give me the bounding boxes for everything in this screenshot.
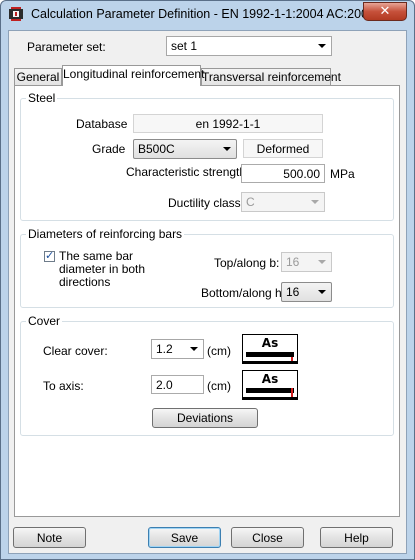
bottom-diameter-value: 16 <box>286 285 300 299</box>
steel-group-title: Steel <box>26 91 58 105</box>
same-diameter-label: The same bar diameter in both directions <box>59 249 146 289</box>
grade-value: B500C <box>138 142 175 156</box>
ductility-class-value: C <box>246 195 255 209</box>
cover-group-title: Cover <box>26 314 63 328</box>
characteristic-strength-input[interactable]: 500.00 <box>241 164 325 183</box>
bottom-along-h-label: Bottom/along h: <box>201 286 286 300</box>
close-icon: ✕ <box>379 4 391 19</box>
chevron-down-icon <box>223 147 231 151</box>
ductility-class-label: Ductility class <box>168 196 241 210</box>
characteristic-strength-label: Characteristic strength <box>126 165 247 179</box>
to-axis-diagram-icon: As <box>242 370 298 400</box>
close-button[interactable]: Close <box>231 527 304 548</box>
to-axis-input[interactable]: 2.0 <box>151 375 204 394</box>
title-bar[interactable]: Calculation Parameter Definition - EN 19… <box>1 1 414 27</box>
clear-cover-label: Clear cover: <box>43 344 108 358</box>
to-axis-unit: (cm) <box>207 379 231 393</box>
dialog-client-area: Parameter set: set 1 General Longitudina… <box>8 30 407 554</box>
dialog-window: Calculation Parameter Definition - EN 19… <box>0 0 415 560</box>
tab-panel-longitudinal: Steel Database en 1992-1-1 Grade B500C D… <box>14 85 400 517</box>
ductility-class-select[interactable]: C <box>241 192 325 212</box>
chevron-down-icon <box>190 347 198 351</box>
top-diameter-select[interactable]: 16 <box>281 252 332 272</box>
grade-select[interactable]: B500C <box>133 139 237 159</box>
chevron-down-icon <box>318 44 326 48</box>
top-diameter-value: 16 <box>286 255 300 269</box>
bottom-diameter-select[interactable]: 16 <box>281 282 332 302</box>
help-button[interactable]: Help <box>320 527 393 548</box>
diameters-group: Diameters of reinforcing bars ✓ The same… <box>20 227 394 308</box>
app-icon <box>9 7 23 21</box>
same-diameter-checkbox[interactable]: ✓ <box>44 249 55 262</box>
top-along-b-label: Top/along b: <box>214 256 280 270</box>
chevron-down-icon <box>311 200 319 204</box>
to-axis-label: To axis: <box>43 379 84 393</box>
database-label: Database <box>76 117 128 131</box>
save-button[interactable]: Save <box>148 527 221 548</box>
clear-cover-select[interactable]: 1.2 <box>151 339 204 359</box>
window-title: Calculation Parameter Definition - EN 19… <box>31 7 375 21</box>
steel-group: Steel Database en 1992-1-1 Grade B500C D… <box>20 91 394 221</box>
clear-cover-unit: (cm) <box>207 344 231 358</box>
cover-group: Cover Clear cover: 1.2 (cm) As To axis: … <box>20 314 394 436</box>
parameter-set-value: set 1 <box>171 39 198 53</box>
clear-cover-diagram-icon: As <box>242 334 298 364</box>
check-icon: ✓ <box>45 249 55 262</box>
chevron-down-icon <box>318 260 326 264</box>
parameter-set-label: Parameter set: <box>27 40 106 54</box>
chevron-down-icon <box>318 290 326 294</box>
tab-longitudinal-reinforcement[interactable]: Longitudinal reinforcement <box>62 65 204 86</box>
deviations-button[interactable]: Deviations <box>152 408 258 428</box>
parameter-set-select[interactable]: set 1 <box>166 36 332 56</box>
surface-field: Deformed <box>243 139 323 158</box>
strength-unit: MPa <box>330 167 355 181</box>
close-window-button[interactable]: ✕ <box>363 2 407 21</box>
clear-cover-value: 1.2 <box>156 342 173 356</box>
grade-label: Grade <box>92 142 126 156</box>
tab-transversal-reinforcement[interactable]: Transversal reinforcement <box>201 68 341 86</box>
database-field: en 1992-1-1 <box>133 114 323 133</box>
tab-general[interactable]: General <box>14 68 62 86</box>
note-button[interactable]: Note <box>13 527 86 548</box>
diameters-group-title: Diameters of reinforcing bars <box>26 227 185 241</box>
